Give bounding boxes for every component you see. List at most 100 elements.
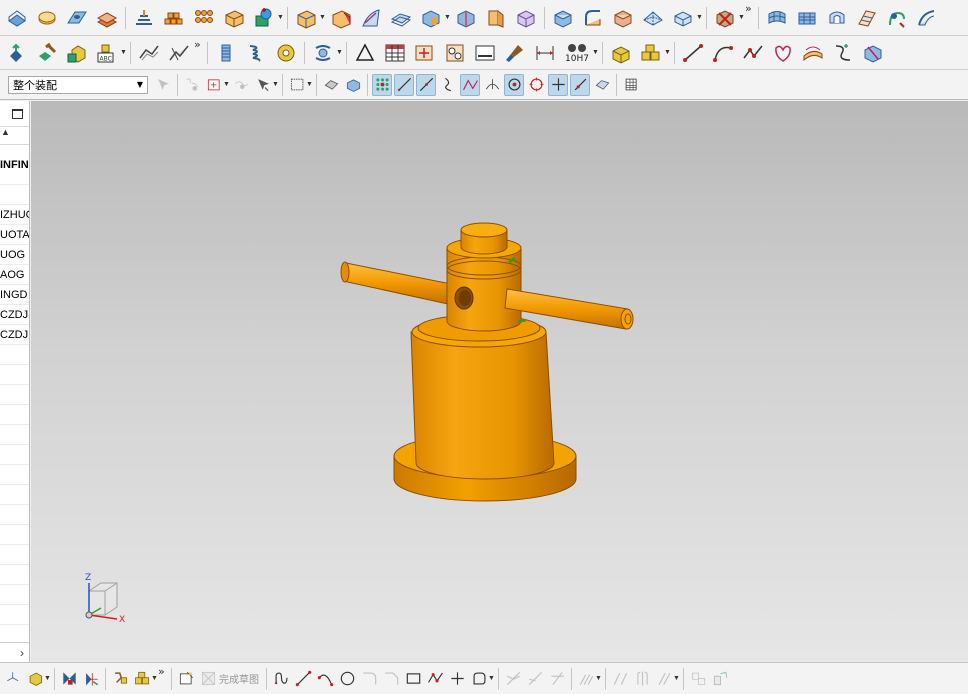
- list-item[interactable]: UOTA: [0, 225, 29, 245]
- pad-icon[interactable]: [131, 5, 157, 31]
- trim-body-icon[interactable]: [418, 5, 444, 31]
- spring-icon[interactable]: [243, 40, 269, 66]
- curve-icon[interactable]: [770, 40, 796, 66]
- graphics-viewport[interactable]: Z X: [31, 101, 968, 662]
- bend-icon[interactable]: [914, 5, 940, 31]
- list-item[interactable]: CZDJI: [0, 305, 29, 325]
- swept-icon[interactable]: [550, 5, 576, 31]
- blend-icon[interactable]: [251, 5, 277, 31]
- project-curve-icon[interactable]: [860, 40, 886, 66]
- selection-box-icon[interactable]: [231, 74, 251, 96]
- tolerance-icon[interactable]: 10H7: [562, 40, 592, 66]
- circle-icon[interactable]: [337, 668, 357, 690]
- offset-icon[interactable]: [830, 40, 856, 66]
- bounded-grid-icon[interactable]: [592, 74, 612, 96]
- control-point-icon[interactable]: [372, 73, 392, 96]
- boxes-icon[interactable]: [638, 40, 664, 66]
- boss-icon[interactable]: [94, 5, 120, 31]
- list-item[interactable]: AOG: [0, 265, 29, 285]
- through-curves-icon[interactable]: [513, 5, 539, 31]
- arc-icon[interactable]: [315, 668, 335, 690]
- triangle-icon[interactable]: [352, 40, 378, 66]
- navigator-root-item[interactable]: INFIN: [0, 145, 29, 185]
- clear-snap-icon[interactable]: [548, 73, 568, 96]
- intersection-icon[interactable]: [394, 73, 414, 96]
- display-icon[interactable]: [59, 668, 79, 690]
- hole-icon[interactable]: [64, 5, 90, 31]
- table-grid-icon[interactable]: [621, 74, 641, 96]
- polygon-icon[interactable]: [425, 668, 445, 690]
- sketch-curve-icon[interactable]: [800, 40, 826, 66]
- selection-filter-dropdown[interactable]: 整个装配 ▼: [8, 75, 148, 94]
- flange-icon[interactable]: [794, 5, 820, 31]
- chamfer-icon[interactable]: [381, 668, 401, 690]
- sheet-icon[interactable]: [472, 40, 498, 66]
- split-body-icon[interactable]: [453, 5, 479, 31]
- add-component-icon[interactable]: [34, 40, 60, 66]
- line-icon[interactable]: [293, 668, 313, 690]
- assembly-model[interactable]: [340, 222, 634, 502]
- bottom-toolbar-more[interactable]: »: [158, 665, 168, 678]
- make-corner-icon[interactable]: [547, 668, 567, 690]
- component-icon[interactable]: [442, 40, 468, 66]
- delete-face-icon[interactable]: [670, 5, 696, 31]
- offset-face-icon[interactable]: [388, 5, 414, 31]
- bounded-plane-icon[interactable]: [580, 5, 606, 31]
- dimension-icon[interactable]: [532, 40, 558, 66]
- chamfer-icon[interactable]: [293, 5, 319, 31]
- text-icon[interactable]: ABC: [94, 40, 120, 66]
- box-icon[interactable]: [608, 40, 634, 66]
- ruled-icon[interactable]: [610, 5, 636, 31]
- emboss-icon[interactable]: [824, 5, 850, 31]
- existing-point-icon[interactable]: [482, 74, 502, 96]
- extrude-icon[interactable]: [4, 5, 30, 31]
- select-icon[interactable]: [153, 74, 173, 96]
- table-icon[interactable]: [382, 40, 408, 66]
- combine-icon[interactable]: [191, 5, 217, 31]
- main-toolbar-more[interactable]: »: [745, 2, 755, 15]
- assembly-constraint-icon[interactable]: [4, 40, 30, 66]
- sheet-metal-icon[interactable]: [854, 5, 880, 31]
- move-component-icon[interactable]: [64, 40, 90, 66]
- maximize-icon[interactable]: [12, 108, 23, 119]
- secondary-toolbar-more[interactable]: »: [194, 38, 204, 51]
- constraint-icon[interactable]: [25, 668, 45, 690]
- finish-sketch-icon[interactable]: [198, 668, 218, 690]
- point-icon[interactable]: [447, 668, 467, 690]
- view-triad[interactable]: Z X: [85, 573, 125, 625]
- studio-surface-icon[interactable]: [712, 5, 738, 31]
- pattern-curve-icon[interactable]: [610, 668, 630, 690]
- quadrant-icon[interactable]: [460, 73, 480, 96]
- brush-icon[interactable]: [502, 40, 528, 66]
- polygon-icon[interactable]: [740, 40, 766, 66]
- mirror-curve-icon[interactable]: [632, 668, 652, 690]
- twist-icon[interactable]: [884, 5, 910, 31]
- quick-trim-icon[interactable]: [503, 668, 523, 690]
- perpendicular-icon[interactable]: [416, 73, 436, 96]
- n-sided-icon[interactable]: [640, 5, 666, 31]
- list-item[interactable]: CZDJI: [0, 325, 29, 345]
- inferred-icon[interactable]: [110, 668, 130, 690]
- point-on-curve-icon[interactable]: [287, 74, 307, 96]
- quick-extend-icon[interactable]: [525, 668, 545, 690]
- pipe-icon[interactable]: [310, 40, 336, 66]
- gear-icon[interactable]: [273, 40, 299, 66]
- list-item[interactable]: IZHUG: [0, 205, 29, 225]
- offset-curve-icon[interactable]: [576, 668, 596, 690]
- fill-surface-icon[interactable]: [764, 5, 790, 31]
- draft-icon[interactable]: [328, 5, 354, 31]
- offset-curve-icon[interactable]: [166, 40, 192, 66]
- arc-icon[interactable]: [710, 40, 736, 66]
- sketch-task-icon[interactable]: [132, 668, 152, 690]
- constraints-icon[interactable]: [688, 668, 708, 690]
- sketch-icon[interactable]: [176, 668, 196, 690]
- list-item[interactable]: UOG: [0, 245, 29, 265]
- auto-constrain-icon[interactable]: [710, 668, 730, 690]
- midpoint-icon[interactable]: [343, 74, 363, 96]
- pattern-feature-icon[interactable]: [161, 5, 187, 31]
- line-icon[interactable]: [680, 40, 706, 66]
- rectangle-icon[interactable]: [403, 668, 423, 690]
- list-item[interactable]: INGD: [0, 285, 29, 305]
- point-on-face-icon[interactable]: [570, 73, 590, 96]
- curve-on-surface-icon[interactable]: [136, 40, 162, 66]
